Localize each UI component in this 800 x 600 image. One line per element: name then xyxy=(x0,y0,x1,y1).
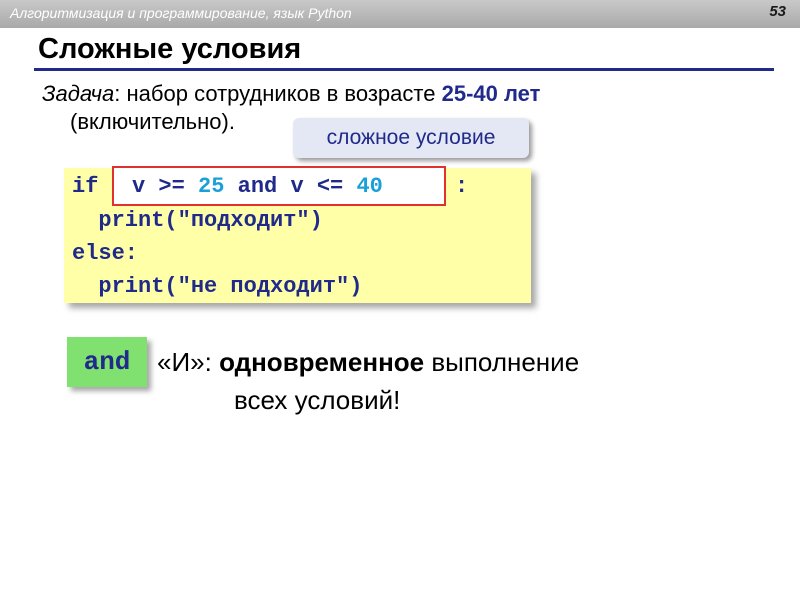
and-quote: «И»: xyxy=(157,347,220,377)
code-else: else: xyxy=(72,241,139,266)
cond-and-keyword: and xyxy=(224,174,291,199)
cond-var-1: v xyxy=(132,174,146,199)
header-bar: Алгоритмизация и программирование, язык … xyxy=(0,0,800,28)
and-rest: выполнение xyxy=(424,347,580,377)
and-explanation-line-2: всех условий! xyxy=(234,385,401,415)
code-if-colon: : xyxy=(455,174,469,199)
task-age-range: 25-40 лет xyxy=(441,81,541,106)
task-text: набор сотрудников в возрасте xyxy=(120,81,442,106)
cond-num-40: 40 xyxy=(356,174,383,199)
condition-expression: v >= 25 and v <= 40 xyxy=(132,174,383,199)
cond-var-2: v xyxy=(290,174,304,199)
cond-num-25: 25 xyxy=(198,174,225,199)
task-label: Задача xyxy=(42,81,115,106)
course-title: Алгоритмизация и программирование, язык … xyxy=(10,5,352,21)
slide-title: Сложные условия xyxy=(38,33,302,65)
and-bold-word: одновременное xyxy=(219,347,425,377)
task-line-1: Задача: набор сотрудников в возрасте 25-… xyxy=(42,79,540,109)
title-underline xyxy=(34,68,774,71)
cond-op-ge: >= xyxy=(145,174,199,199)
condition-box: v >= 25 and v <= 40 xyxy=(112,166,446,206)
task-line-2: (включительно). xyxy=(70,109,235,134)
code-if-keyword: if xyxy=(72,174,99,199)
cond-op-le: <= xyxy=(303,174,357,199)
and-explanation-line-1: «И»: одновременное выполнение xyxy=(157,347,579,378)
page-number: 53 xyxy=(769,3,786,20)
code-print-nomatch: print("не подходит") xyxy=(72,274,363,299)
complex-condition-callout: сложное условие xyxy=(293,118,529,158)
and-badge: and xyxy=(67,337,147,387)
code-print-match: print("подходит") xyxy=(72,208,323,233)
